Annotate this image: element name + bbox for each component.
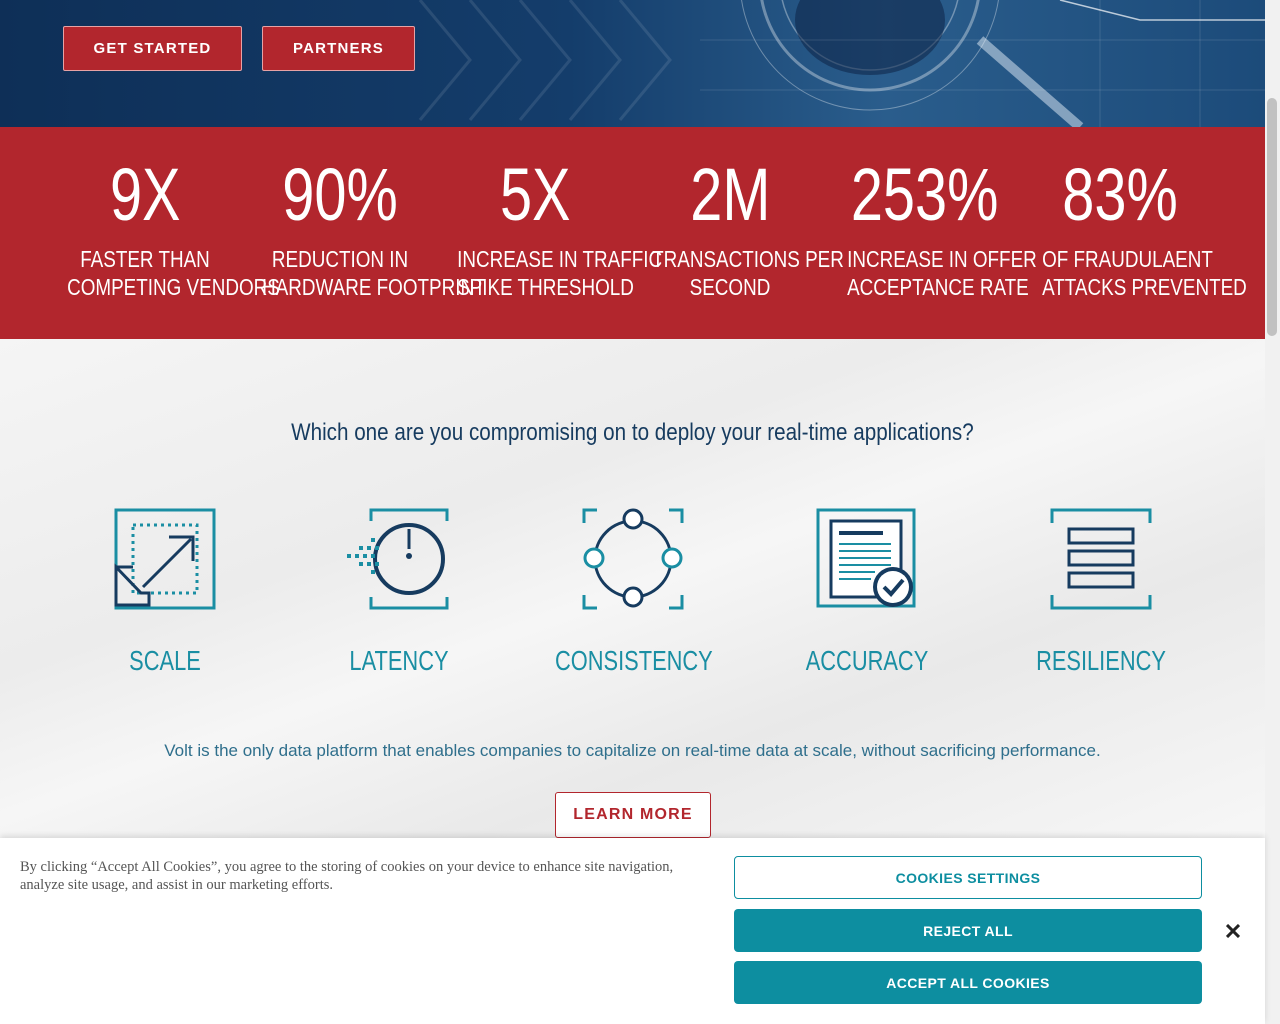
stat-value: 5X <box>499 153 571 236</box>
stat-value: 2M <box>689 153 771 236</box>
hero-banner: GET STARTED PARTNERS <box>0 0 1265 127</box>
cookie-banner: By clicking “Accept All Cookies”, you ag… <box>0 838 1265 1024</box>
stat-item: 5X INCREASE IN TRAFFIC SPIKE THRESHOLD <box>440 149 663 301</box>
consistency-icon <box>582 508 684 610</box>
stat-value: 90% <box>282 153 398 236</box>
feature-resiliency: RESILIENCY <box>1001 507 1201 677</box>
stat-item: 253% INCREASE IN OFFER ACCEPTANCE RATE <box>830 149 1037 301</box>
stat-label-line1: FASTER THAN <box>80 246 210 272</box>
feature-consistency: CONSISTENCY <box>533 507 733 677</box>
section-question: Which one are you compromising on to dep… <box>291 419 974 446</box>
feature-label: SCALE <box>129 645 201 676</box>
scrollbar-thumb[interactable] <box>1267 98 1277 336</box>
reject-all-button[interactable]: REJECT ALL <box>734 909 1202 952</box>
stat-label-line1: REDUCTION IN <box>271 246 409 272</box>
page-scrollbar[interactable] <box>1265 0 1280 1024</box>
stat-item: 9X FASTER THAN COMPETING VENDORS <box>50 149 280 301</box>
stat-label-line2: COMPETING VENDORS <box>67 274 280 300</box>
feature-accuracy: ACCURACY <box>767 507 967 677</box>
close-icon[interactable] <box>1222 920 1244 942</box>
stat-label-line1: INCREASE IN TRAFFIC <box>457 246 663 272</box>
partners-button[interactable]: PARTNERS <box>262 26 415 71</box>
learn-more-button[interactable]: LEARN MORE <box>555 792 711 838</box>
accept-all-cookies-button[interactable]: ACCEPT ALL COOKIES <box>734 961 1202 1004</box>
resiliency-icon <box>1050 508 1152 610</box>
cookie-notice-text: By clicking “Accept All Cookies”, you ag… <box>20 859 674 893</box>
cookies-settings-button[interactable]: COOKIES SETTINGS <box>734 856 1202 899</box>
stat-label-line2: SECOND <box>689 274 771 300</box>
feature-label: ACCURACY <box>805 645 929 676</box>
features-section: Which one are you compromising on to dep… <box>0 339 1265 839</box>
feature-label: LATENCY <box>349 645 449 676</box>
stat-label-line1: OF FRAUDULAENT <box>1042 246 1213 272</box>
stats-band: 9X FASTER THAN COMPETING VENDORS 90% RED… <box>0 127 1265 339</box>
stat-item: 83% OF FRAUDULAENT ATTACKS PREVENTED <box>1025 149 1247 301</box>
stat-label-line2: SPIKE THRESHOLD <box>457 274 634 300</box>
stat-label-line1: TRANSACTIONS PER <box>652 246 844 272</box>
feature-latency: LATENCY <box>299 507 499 677</box>
feature-scale: SCALE <box>65 507 265 677</box>
tagline: Volt is the only data platform that enab… <box>164 741 1101 760</box>
stat-value: 253% <box>851 153 999 236</box>
stat-item: 90% REDUCTION IN HARDWARE FOOTPRINT <box>245 149 486 301</box>
get-started-button[interactable]: GET STARTED <box>63 26 242 71</box>
stat-label-line2: HARDWARE FOOTPRINT <box>262 274 486 300</box>
feature-label: CONSISTENCY <box>555 645 713 676</box>
stat-label-line2: ACCEPTANCE RATE <box>847 274 1029 300</box>
latency-icon <box>347 508 449 610</box>
stat-label-line1: INCREASE IN OFFER <box>847 246 1037 272</box>
accuracy-icon <box>816 508 916 608</box>
scale-icon <box>114 508 216 610</box>
stat-value: 83% <box>1062 153 1178 236</box>
stat-item: 2M TRANSACTIONS PER SECOND <box>635 149 844 301</box>
stat-value: 9X <box>109 153 181 236</box>
stat-label-line2: ATTACKS PREVENTED <box>1042 274 1247 300</box>
feature-label: RESILIENCY <box>1036 645 1166 676</box>
